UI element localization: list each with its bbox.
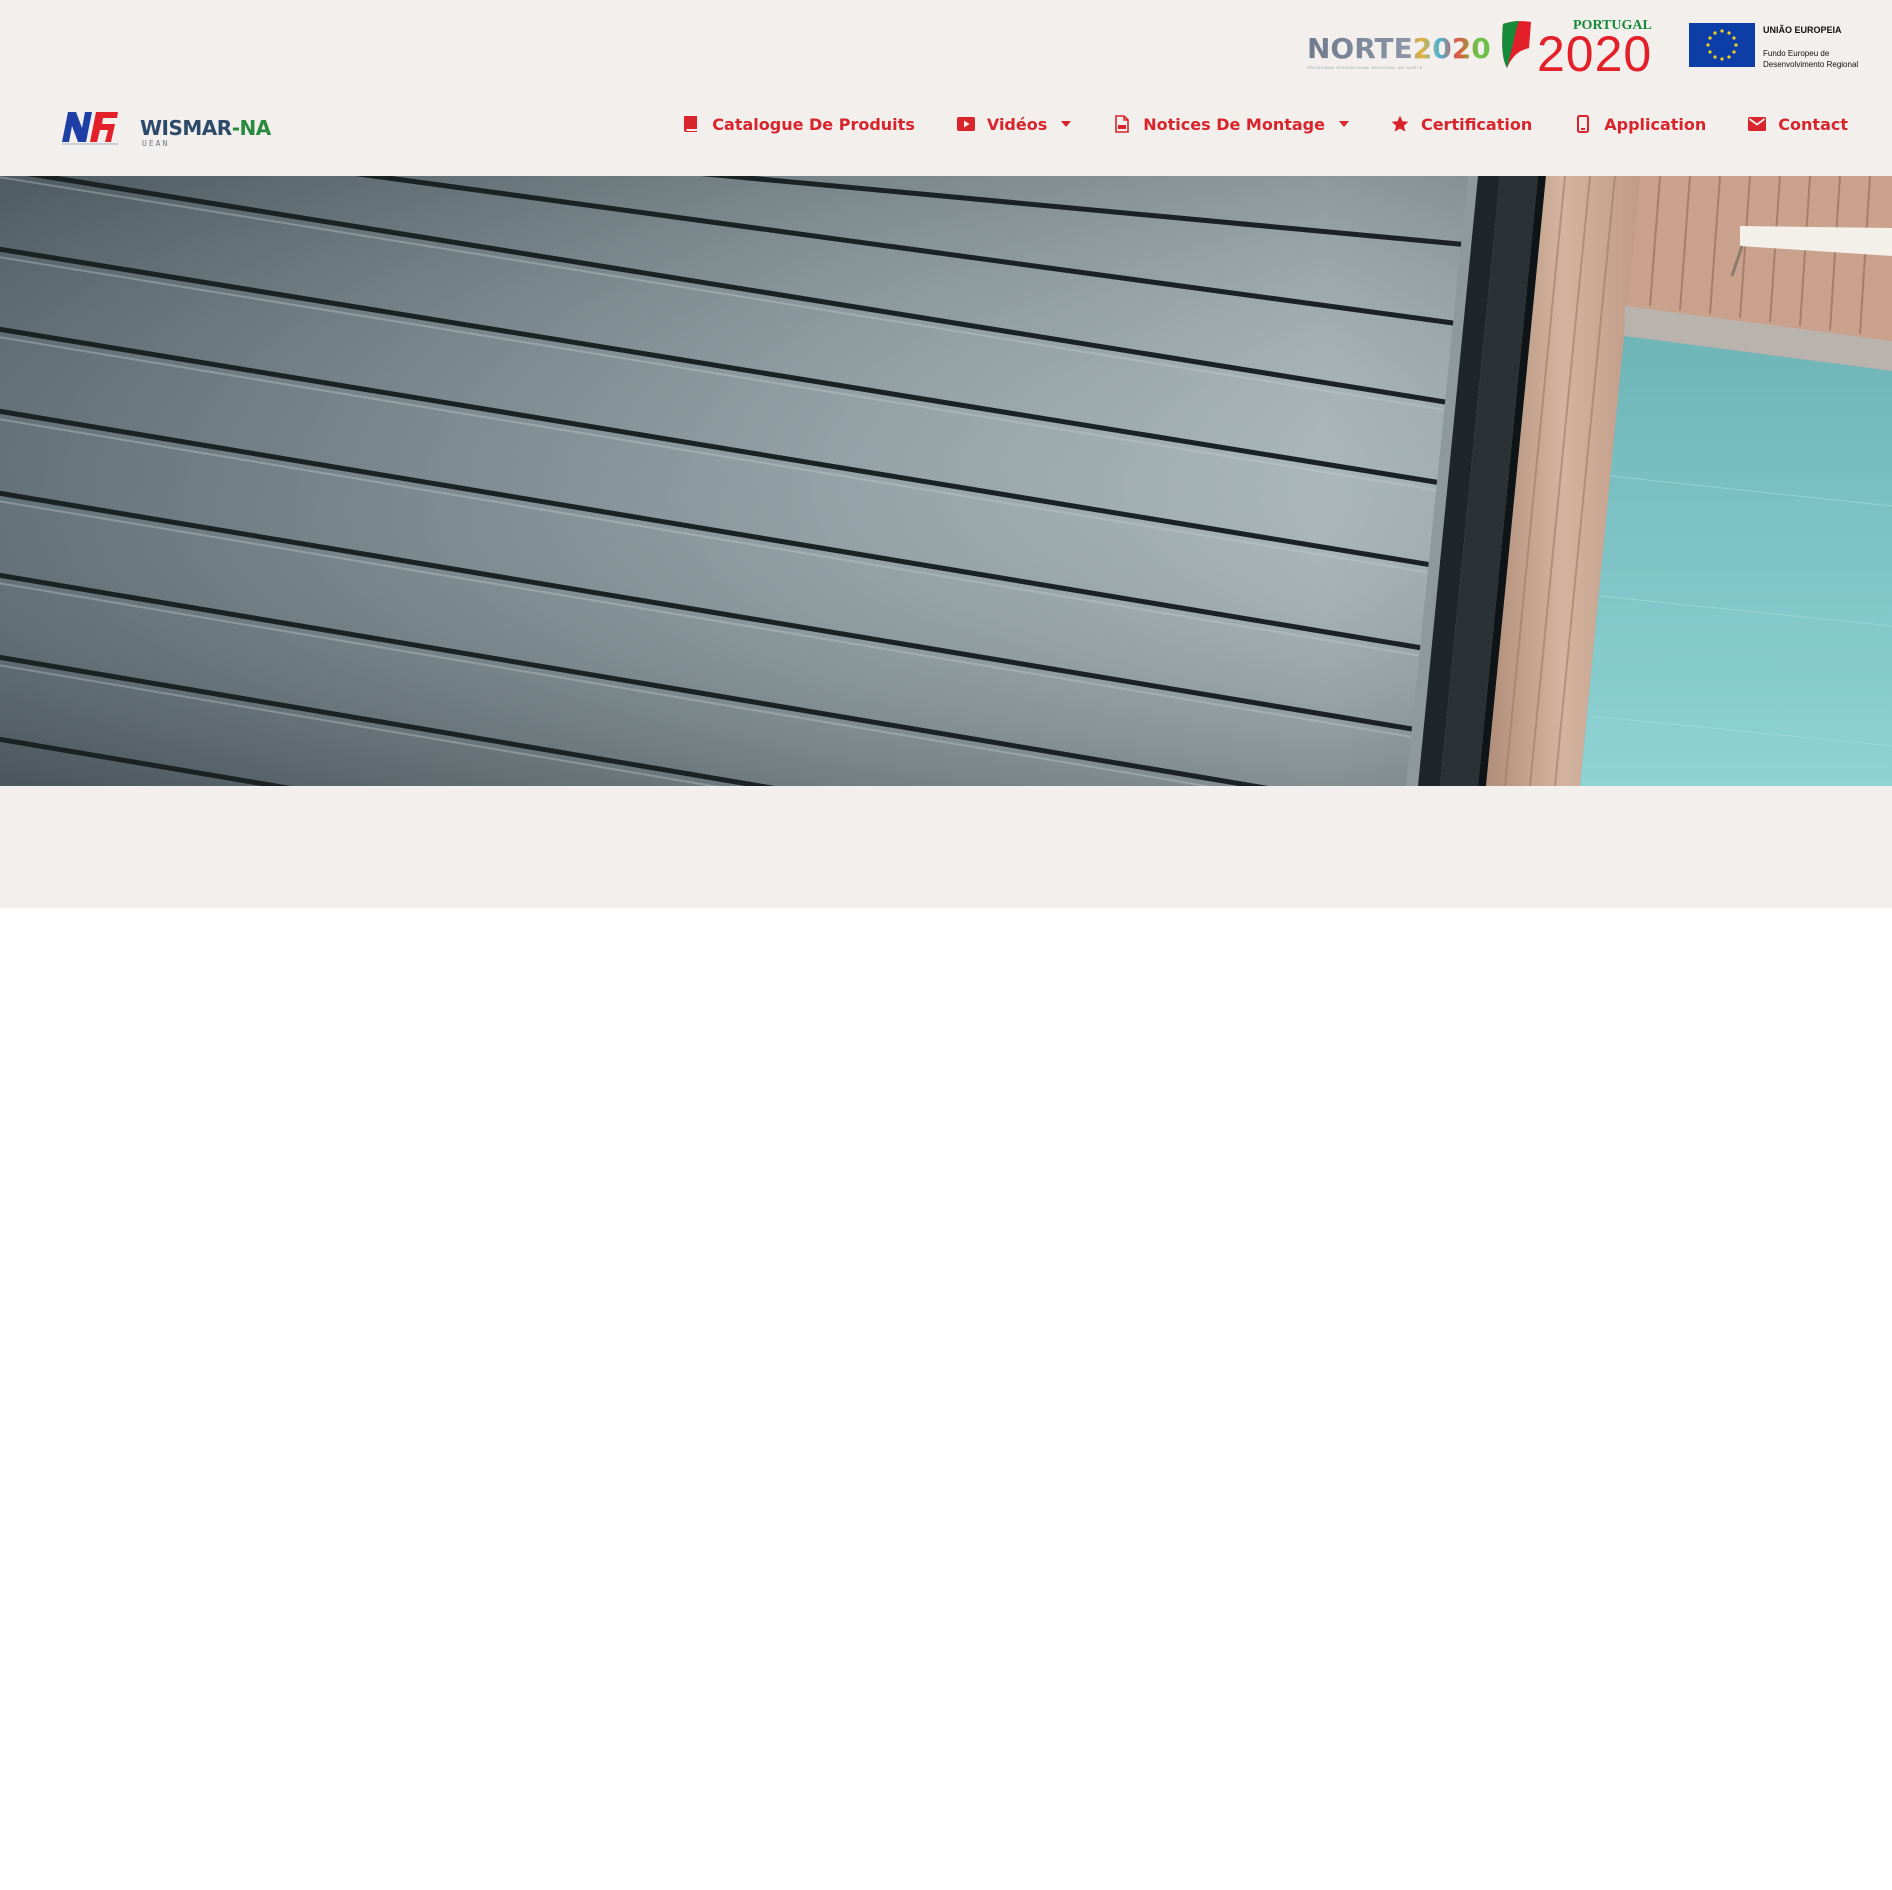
chevron-down-icon	[1061, 119, 1072, 129]
site-logo[interactable]: WISMAR-NA UEAN	[60, 106, 300, 150]
main-nav: Catalogue De Produits Vidéos Notices De …	[640, 112, 1848, 136]
norte2020-logo: NORTE2020 PROGRAMA OPERACIONAL REGIONAL …	[1307, 32, 1491, 74]
video-play-icon	[956, 115, 975, 133]
nav-label: Notices De Montage	[1143, 114, 1325, 134]
norte2020-subtitle: PROGRAMA OPERACIONAL REGIONAL DO NORTE	[1307, 65, 1423, 70]
hero-image	[0, 176, 1892, 786]
eu-logo: UNIÃO EUROPEIA Fundo Europeu de Desenvol…	[1689, 23, 1879, 73]
star-icon	[1391, 115, 1409, 133]
nav-item-application[interactable]: Application	[1574, 115, 1706, 134]
nav-item-certification[interactable]: Certification	[1391, 115, 1532, 134]
norte2020-wordmark: NORTE2020	[1307, 32, 1491, 65]
nav-label: Application	[1604, 114, 1707, 134]
nav-item-notices[interactable]: Notices De Montage	[1113, 115, 1349, 134]
content-band	[0, 786, 1892, 908]
eu-flag-icon	[1689, 23, 1755, 67]
chevron-down-icon	[1338, 119, 1349, 129]
eu-title: UNIÃO EUROPEIA	[1763, 25, 1842, 35]
mobile-phone-icon	[1574, 115, 1592, 133]
nav-label: Contact	[1778, 114, 1848, 134]
brand-name: WISMAR-NA	[140, 116, 271, 140]
eu-subtitle: Fundo Europeu de Desenvolvimento Regiona…	[1763, 49, 1859, 69]
nav-label: Catalogue De Produits	[712, 114, 915, 134]
nav-label: Certification	[1420, 114, 1533, 134]
envelope-icon	[1748, 115, 1767, 133]
portugal-year: 2020	[1537, 26, 1653, 82]
site-header: NORTE2020 PROGRAMA OPERACIONAL REGIONAL …	[0, 0, 1892, 176]
pdf-file-icon	[1113, 115, 1131, 133]
portugal2020-logo: PORTUGAL 2020	[1499, 18, 1669, 80]
portugal-flag-icon	[1502, 21, 1531, 68]
na-logo-mark-icon	[62, 112, 118, 145]
nav-item-videos[interactable]: Vidéos	[956, 114, 1072, 134]
book-icon	[682, 115, 700, 133]
nav-item-contact[interactable]: Contact	[1748, 115, 1848, 134]
brand-subtitle: UEAN	[142, 139, 170, 148]
hero-banner	[0, 176, 1892, 786]
nav-item-catalogue[interactable]: Catalogue De Produits	[682, 115, 915, 134]
nav-label: Vidéos	[986, 114, 1048, 134]
